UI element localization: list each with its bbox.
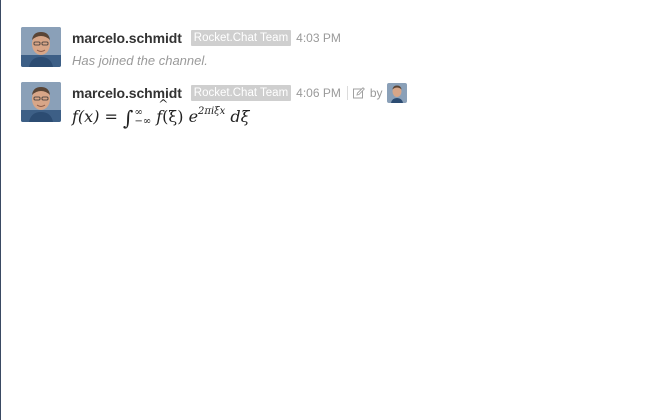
pencil-square-icon [352, 87, 365, 99]
math-integral-sign: ∫ [123, 106, 134, 130]
math-exponent: 2πiξx [198, 106, 226, 117]
username[interactable]: marcelo.schmidt [72, 30, 182, 46]
math-exp-base: e [188, 107, 199, 126]
role-badge: Rocket.Chat Team [190, 85, 292, 101]
math-lhs: f(x) = [72, 107, 118, 126]
message-body: marcelo.schmidt Rocket.Chat Team 4:06 PM… [72, 83, 662, 130]
math-fourier-function: f [156, 97, 168, 126]
avatar[interactable] [21, 82, 61, 122]
math-lower-limit: −∞ [134, 116, 152, 127]
message-body: marcelo.schmidt Rocket.Chat Team 4:03 PM… [72, 29, 662, 68]
avatar[interactable] [21, 27, 61, 67]
role-badge: Rocket.Chat Team [190, 30, 292, 46]
math-formula: f(x) = ∫∞−∞ f(ξ) e2πiξx dξ [72, 97, 662, 130]
math-differential: dξ [230, 107, 250, 126]
message-header: marcelo.schmidt Rocket.Chat Team 4:03 PM [72, 29, 662, 47]
edited-by-label: by [369, 86, 383, 100]
chat-message-list: marcelo.schmidt Rocket.Chat Team 4:03 PM… [0, 0, 672, 420]
system-message-text: Has joined the channel. [72, 53, 208, 68]
edited-indicator: by [346, 83, 407, 103]
editor-avatar[interactable] [386, 83, 407, 103]
message-timestamp[interactable]: 4:06 PM [296, 86, 341, 100]
math-integral-limits: ∞ −∞ [134, 108, 152, 127]
message-timestamp[interactable]: 4:03 PM [296, 31, 341, 45]
